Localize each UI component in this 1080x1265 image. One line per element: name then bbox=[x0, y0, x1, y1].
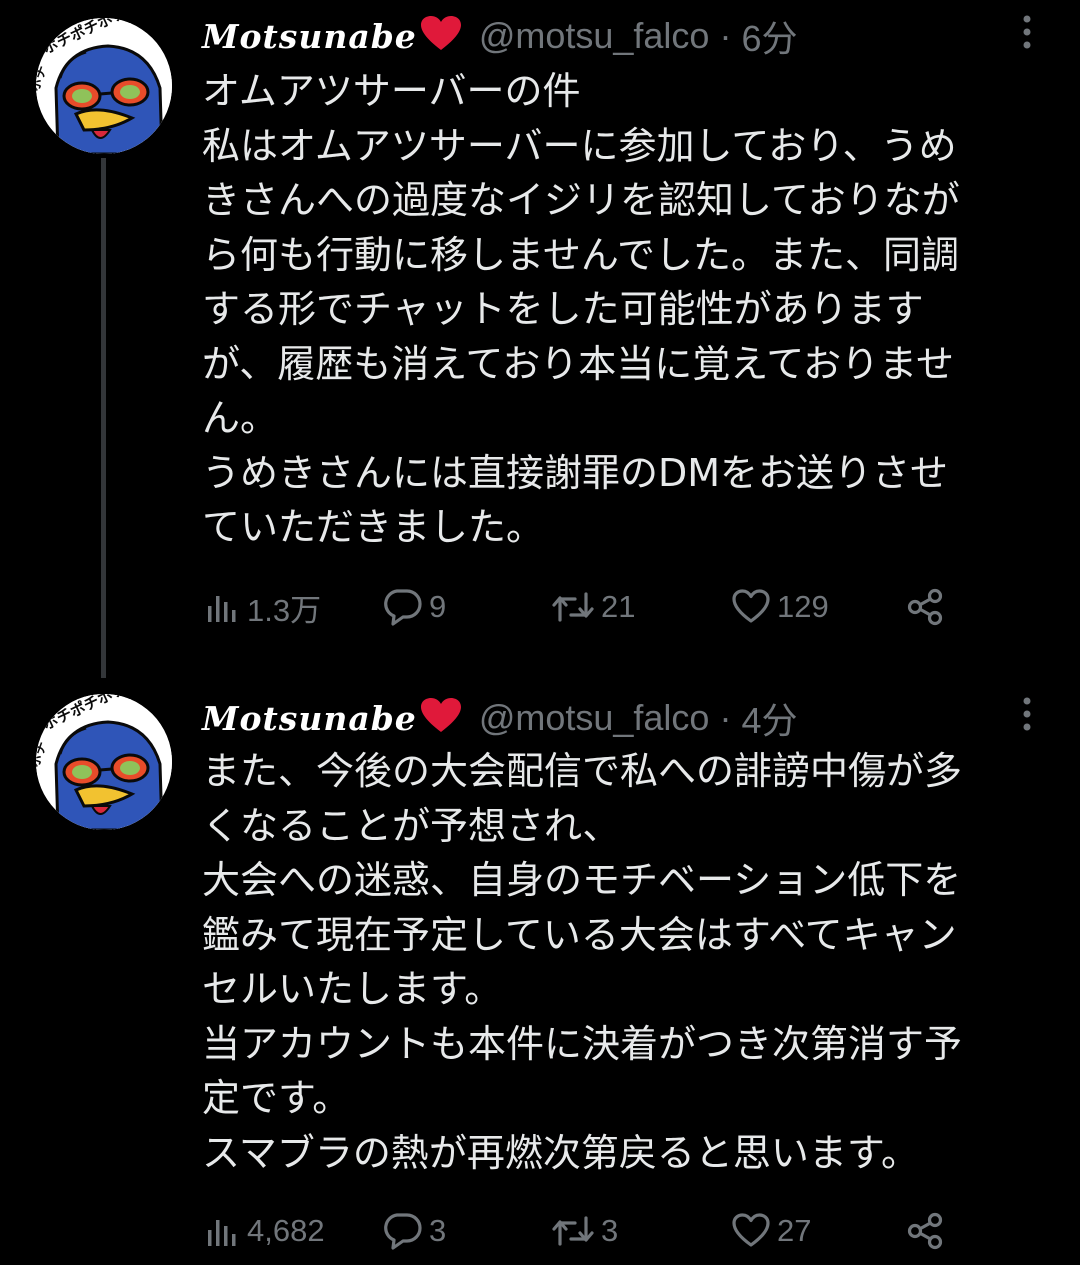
heart-outline-icon bbox=[732, 1213, 770, 1247]
reply-button[interactable]: 3 bbox=[381, 1206, 446, 1256]
views-button[interactable]: 1.3万 bbox=[205, 582, 321, 632]
bar-chart-icon bbox=[208, 1220, 236, 1246]
separator-dot: · bbox=[719, 697, 732, 738]
heart-outline-icon bbox=[732, 589, 770, 623]
share-button[interactable] bbox=[905, 582, 951, 632]
retweet-count: 3 bbox=[601, 1213, 619, 1248]
tweet-text-line: が、履歴も消えており本当に覚えておりませ bbox=[202, 341, 955, 386]
like-count: 129 bbox=[777, 589, 829, 624]
tweet-text-line: 鑑みて現在予定している大会はすべてキャン bbox=[202, 912, 957, 957]
share-button[interactable] bbox=[905, 1206, 951, 1256]
retweet-arrows-icon bbox=[552, 1216, 594, 1246]
tweet-text-line: セルいたします。 bbox=[202, 967, 503, 1011]
retweet-count: 21 bbox=[601, 589, 636, 624]
tweet-text: また、今後の大会配信で私への誹謗中傷が多 くなることが予想され、 大会への迷惑、… bbox=[202, 744, 1047, 1180]
action-bar: 4,682 3 3 27 bbox=[205, 1206, 1055, 1256]
views-button[interactable]: 4,682 bbox=[205, 1206, 325, 1256]
tweet-text: オムアツサーバーの件 私はオムアツサーバーに参加しており、うめ きさんへの過度な… bbox=[202, 64, 1047, 555]
tweet-text-line: オムアツサーバーの件 bbox=[202, 69, 581, 113]
tweet-text-line: くなることが予想され、 bbox=[202, 803, 621, 848]
user-handle[interactable]: @motsu_falco bbox=[479, 697, 710, 739]
share-nodes-icon bbox=[907, 588, 943, 626]
retweet-button[interactable]: 3 bbox=[551, 1206, 618, 1256]
display-name[interactable]: Motsunabe bbox=[202, 17, 417, 56]
views-count: 4,682 bbox=[247, 1213, 325, 1248]
tweet[interactable]: ポチポチポチ ポチ Motsunabe @motsu_falco · 4分 また… bbox=[0, 682, 1080, 1265]
like-count: 27 bbox=[777, 1213, 812, 1248]
like-button[interactable]: 27 bbox=[731, 1206, 811, 1256]
bar-chart-icon bbox=[208, 596, 236, 622]
speech-bubble-icon bbox=[384, 589, 422, 626]
user-handle[interactable]: @motsu_falco bbox=[479, 15, 710, 57]
tweet-text-line: スマブラの熱が再燃次第戻ると思います。 bbox=[202, 1130, 920, 1175]
tweet-text-line: ん。 bbox=[202, 396, 279, 440]
timestamp[interactable]: 6分 bbox=[741, 10, 797, 62]
speech-bubble-icon bbox=[384, 1213, 422, 1250]
tweet[interactable]: ポチポチポチ ポチ Motsunabe @motsu_falco · 6分 オム… bbox=[0, 0, 1080, 660]
tweet-text-line: きさんへの過度なイジリを認知しておりなが bbox=[202, 178, 960, 222]
like-button[interactable]: 129 bbox=[731, 582, 829, 632]
tweet-text-line: ていただきました。 bbox=[202, 505, 545, 549]
reply-count: 3 bbox=[429, 1213, 447, 1248]
tweet-text-line: また、今後の大会配信で私への誹謗中傷が多 bbox=[202, 749, 963, 793]
more-options-icon[interactable] bbox=[1014, 12, 1040, 52]
avatar[interactable]: ポチポチポチ ポチ bbox=[36, 694, 172, 830]
tweet-text-line: ら何も行動に移しませんでした。また、同調 bbox=[202, 232, 959, 277]
tweet-header: Motsunabe @motsu_falco · 4分 bbox=[202, 696, 798, 741]
more-options-icon[interactable] bbox=[1014, 694, 1040, 734]
action-bar: 1.3万 9 21 129 bbox=[205, 582, 1055, 632]
views-count: 1.3万 bbox=[247, 592, 322, 628]
retweet-button[interactable]: 21 bbox=[551, 582, 635, 632]
display-name[interactable]: Motsunabe bbox=[202, 699, 417, 738]
tweet-text-line: 大会への迷惑、自身のモチベーション低下を bbox=[202, 858, 962, 902]
reply-count: 9 bbox=[429, 589, 447, 624]
tweet-text-line: 当アカウントも本件に決着がつき次第消す予 bbox=[202, 1021, 963, 1066]
separator-dot: · bbox=[719, 15, 732, 56]
tweet-text-line: 定です。 bbox=[202, 1076, 351, 1120]
tweet-text-line: する形でチャットをした可能性があります bbox=[202, 287, 924, 331]
red-heart-icon bbox=[420, 16, 461, 56]
avatar[interactable]: ポチポチポチ ポチ bbox=[36, 18, 172, 154]
tweet-text-line: 私はオムアツサーバーに参加しており、うめ bbox=[202, 123, 957, 168]
retweet-arrows-icon bbox=[552, 592, 594, 622]
tweet-header: Motsunabe @motsu_falco · 6分 bbox=[202, 14, 798, 59]
red-heart-icon bbox=[420, 698, 461, 738]
share-nodes-icon bbox=[907, 1212, 943, 1250]
reply-button[interactable]: 9 bbox=[381, 582, 446, 632]
timestamp[interactable]: 4分 bbox=[741, 692, 797, 744]
tweet-text-line: うめきさんには直接謝罪のDMをお送りさせ bbox=[202, 450, 949, 495]
